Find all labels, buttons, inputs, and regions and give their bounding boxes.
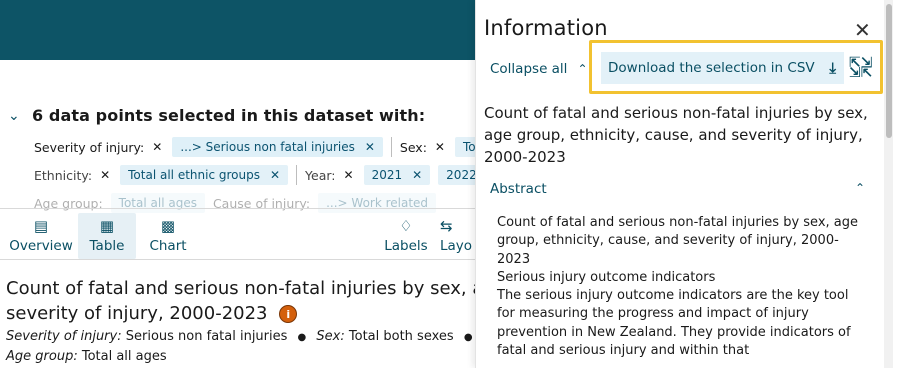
table-icon: ▦: [99, 217, 115, 235]
year-chip-label: 2021: [371, 168, 403, 182]
ethnicity-chip[interactable]: Total all ethnic groups ✕: [120, 165, 289, 185]
labels-button-label: Labels: [384, 238, 428, 254]
download-csv-label: Download the selection in CSV: [608, 60, 815, 76]
information-panel: Information ✕ Collapse all ⌃ Download th…: [475, 0, 900, 368]
meta-sex-value: Total both sexes: [348, 329, 454, 344]
abstract-paragraph: Count of fatal and serious non-fatal inj…: [497, 215, 858, 267]
divider: [390, 137, 392, 157]
meta-age-label: Age group:: [6, 349, 78, 364]
year-label: Year:: [305, 167, 336, 183]
table-meta-line: Age group: Total all ages: [6, 349, 167, 364]
chevron-up-icon: ⌃: [854, 181, 865, 195]
layout-button[interactable]: ⇆ Layo: [440, 213, 480, 259]
download-icon: ⤓: [829, 59, 836, 77]
scrollbar-thumb[interactable]: [886, 4, 892, 138]
download-csv-button[interactable]: Download the selection in CSV ⤓: [601, 52, 844, 84]
labels-button[interactable]: ♢ Labels: [380, 213, 432, 259]
top-header-bar: [0, 0, 480, 60]
remove-chip-icon[interactable]: ✕: [412, 168, 422, 182]
remove-chip-icon[interactable]: ✕: [270, 168, 280, 182]
view-tabs: ▤ Overview ▦ Table ▩ Chart ♢ Labels ⇆ La…: [0, 208, 480, 260]
list-icon: ▤: [33, 217, 49, 235]
severity-label: Severity of injury:: [34, 139, 145, 155]
meta-sex-label: Sex:: [316, 329, 345, 344]
sex-label: Sex:: [399, 139, 427, 155]
table-title: Count of fatal and serious non-fatal inj…: [6, 276, 480, 326]
tab-table[interactable]: ▦ Table: [78, 213, 136, 259]
meta-severity-value: Serious non fatal injuries: [125, 329, 288, 344]
panel-title: Information: [484, 16, 608, 40]
clear-year-icon[interactable]: ✕: [344, 168, 354, 182]
chevron-up-icon: ⌃: [577, 62, 588, 76]
bar-chart-icon: ▩: [160, 217, 176, 235]
severity-chip[interactable]: ...> Serious non fatal injuries ✕: [172, 137, 383, 157]
meta-age-value: Total all ages: [81, 349, 167, 364]
year-chip[interactable]: 2021 ✕: [363, 165, 431, 185]
selection-title: 6 data points selected in this dataset w…: [32, 106, 426, 125]
close-icon[interactable]: ✕: [854, 18, 871, 42]
abstract-label: Abstract: [490, 181, 547, 197]
swap-icon: ⇆: [440, 217, 453, 235]
abstract-paragraph: Serious injury outcome indicators: [497, 269, 716, 285]
filter-row-severity-sex: Severity of injury: ✕ ...> Serious non f…: [34, 137, 531, 157]
clear-ethnicity-icon[interactable]: ✕: [100, 168, 110, 182]
layout-button-label: Layo: [440, 238, 473, 254]
table-title-line-2: severity of injury, 2000-2023: [6, 303, 268, 324]
bullet-separator: ●: [463, 332, 473, 343]
abstract-text: Count of fatal and serious non-fatal inj…: [497, 214, 865, 360]
filter-row-ethnicity-year: Ethnicity: ✕ Total all ethnic groups ✕ Y…: [34, 165, 513, 185]
remove-chip-icon[interactable]: ✕: [365, 140, 375, 154]
collapse-all-label: Collapse all: [490, 61, 568, 77]
year-chip-label: 2022: [446, 168, 477, 182]
bullet-separator: ●: [297, 332, 307, 343]
tab-overview[interactable]: ▤ Overview: [6, 213, 76, 259]
dataset-title: Count of fatal and serious non-fatal inj…: [484, 104, 868, 166]
ethnicity-label: Ethnicity:: [34, 167, 93, 183]
selection-header[interactable]: ⌄ 6 data points selected in this dataset…: [8, 106, 425, 125]
info-icon[interactable]: i: [279, 305, 298, 323]
meta-severity-label: Severity of injury:: [6, 329, 122, 344]
tag-icon: ♢: [399, 217, 413, 235]
clear-severity-icon[interactable]: ✕: [152, 140, 162, 154]
tab-chart-label: Chart: [149, 238, 187, 254]
abstract-paragraph: The serious injury outcome indicators ar…: [497, 288, 851, 359]
tab-overview-label: Overview: [9, 238, 73, 254]
table-title-line-1: Count of fatal and serious non-fatal inj…: [6, 278, 480, 299]
clear-sex-icon[interactable]: ✕: [435, 140, 445, 154]
divider: [296, 165, 298, 185]
severity-chip-label: ...> Serious non fatal injuries: [180, 140, 355, 154]
chevron-down-icon[interactable]: ⌄: [8, 108, 22, 124]
ethnicity-chip-label: Total all ethnic groups: [128, 168, 260, 182]
table-meta-line: Severity of injury: Serious non fatal in…: [6, 329, 479, 344]
expand-icon[interactable]: ⇱⇲ ⇲⇱: [849, 56, 872, 80]
tab-chart[interactable]: ▩ Chart: [142, 213, 194, 259]
collapse-all-button[interactable]: Collapse all ⌃: [490, 61, 588, 77]
abstract-toggle[interactable]: Abstract ⌃: [490, 181, 865, 197]
tab-table-label: Table: [89, 238, 125, 254]
